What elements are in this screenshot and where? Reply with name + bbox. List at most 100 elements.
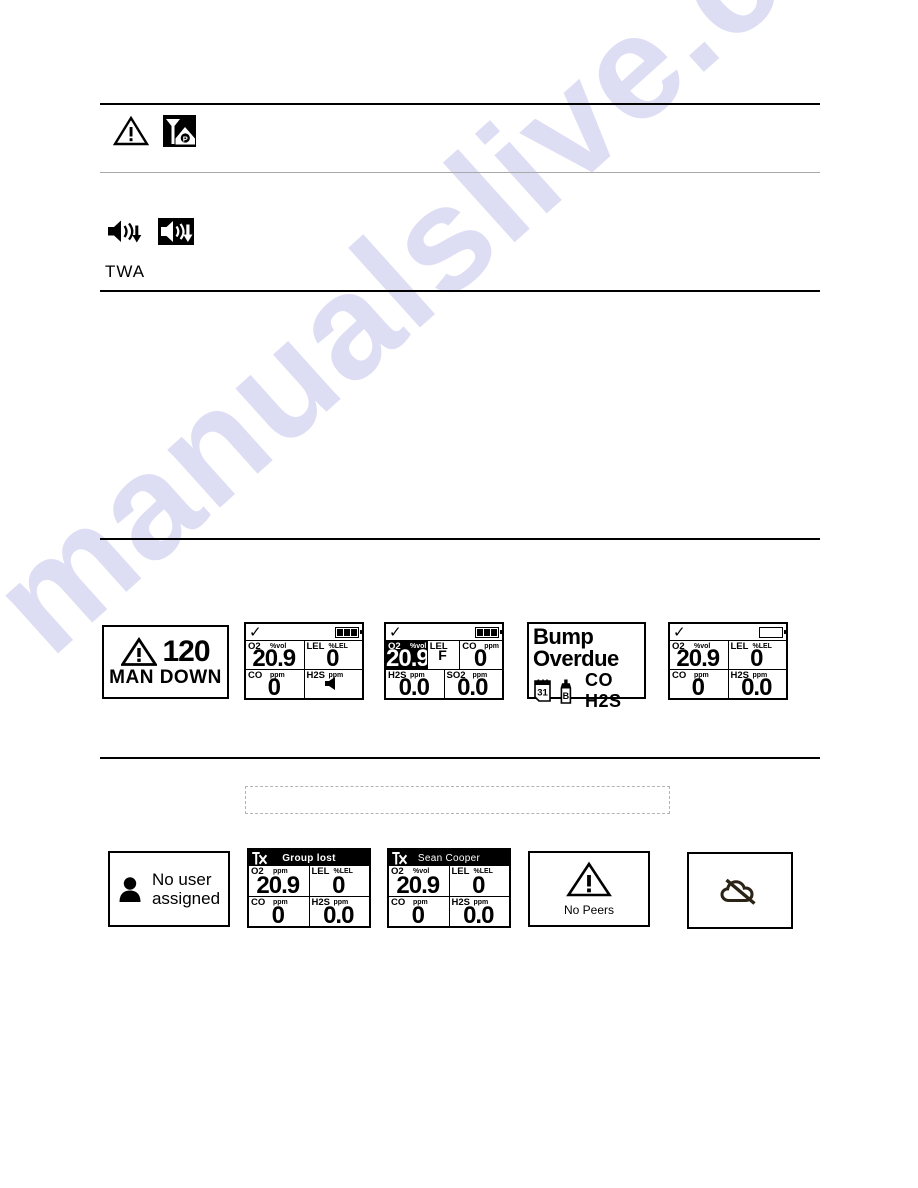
speaker-down-icon (106, 218, 144, 245)
gas-cell-lel: LEL %LEL 0 (305, 641, 363, 669)
gas-reading-screen-5gas-inverted[interactable]: ✓ O2 %vol 20.9 LEL F CO ppm 0 H2S ppm 0.… (384, 622, 504, 700)
man-down-top-row: 120 (120, 637, 211, 667)
bump-overdue-title: Bump Overdue (533, 624, 619, 671)
gas-value: 0 (326, 645, 339, 670)
no-user-assigned-screen[interactable]: No user assigned (108, 851, 230, 927)
lcd-reading-row: O2 %vol 20.9 LEL %LEL 0 (389, 866, 509, 897)
gas-cell-h2s: H2S ppm 0.0 (729, 670, 787, 698)
gas-cell-lel: LEL F (428, 641, 461, 669)
gas-reading-screen-4gas[interactable]: ✓ O2 %vol 20.9 LEL %LEL 0 CO ppm 0 H2S p… (244, 622, 364, 700)
gas-cylinder-b-icon: B (559, 679, 573, 704)
gas-value: 20.9 (252, 645, 296, 670)
gas-cell-o2: O2 %vol 20.9 (386, 641, 428, 669)
lcd-readings: O2 %vol 20.9 LEL %LEL 0 CO ppm 0 H2S (670, 641, 786, 698)
checkmark-icon: ✓ (673, 622, 686, 641)
gas-cell-h2s: H2S ppm 0.0 (310, 897, 370, 927)
no-peers-title: No Peers (563, 903, 615, 917)
gas-value: 0 (750, 645, 763, 670)
divider-twa-bottom (100, 290, 820, 292)
twa-label: TWA (105, 262, 146, 281)
panic-alarm-icon: P (163, 115, 196, 147)
user-icon (118, 875, 142, 903)
gas-cell-co: CO ppm 0 (389, 896, 450, 927)
divider-middle (100, 172, 820, 173)
gas-value: 0.0 (741, 674, 772, 699)
group-lost-screen[interactable]: Group lost O2 ppm 20.9 LEL %LEL 0 CO ppm (247, 848, 371, 928)
man-down-screen[interactable]: 120 MAN DOWN (102, 625, 229, 699)
gas-cell-o2: O2 %vol 20.9 (670, 641, 729, 669)
peer-name-screen[interactable]: Sean Cooper O2 %vol 20.9 LEL %LEL 0 CO p… (387, 848, 511, 928)
speaker-icon (305, 676, 361, 696)
battery-full-icon (475, 626, 502, 638)
checkmark-icon: ✓ (389, 622, 402, 641)
gas-cell-o2: O2 %vol 20.9 (246, 641, 305, 669)
no-peers-screen[interactable]: No Peers (528, 851, 650, 927)
gas-value: 0 (332, 871, 345, 896)
no-cloud-connection-screen[interactable] (687, 852, 793, 929)
svg-text:P: P (183, 134, 188, 143)
gas-value: 0 (472, 871, 485, 896)
lcd-reading-row: O2 %vol 20.9 LEL %LEL 0 (246, 641, 362, 670)
gas-cell-co: CO ppm 0 (670, 670, 729, 698)
alarm-icon-row: P (112, 115, 196, 147)
gas-reading-screen-low-battery[interactable]: ✓ O2 %vol 20.9 LEL %LEL 0 CO ppm 0 H2S p… (668, 622, 788, 700)
gas-cell-lel: LEL %LEL 0 (729, 641, 787, 669)
gas-cell-so2: SO2 ppm 0.0 (445, 670, 503, 698)
gas-value: 20.9 (256, 871, 300, 896)
man-down-title: MAN DOWN (109, 667, 222, 688)
gas-cell-lel: LEL %LEL 0 (310, 866, 370, 896)
bump-overdue-icon-row: 31 B CO H2S (533, 670, 640, 712)
gas-value: 0 (271, 902, 285, 927)
no-user-text: No user assigned (152, 870, 220, 908)
gas-cell-co: CO ppm 0 (460, 641, 502, 669)
lcd-status-bar: ✓ (670, 624, 786, 641)
checkmark-icon: ✓ (249, 622, 262, 641)
gas-cell-o2: O2 %vol 20.9 (389, 866, 450, 896)
lcd-readings: O2 %vol 20.9 LEL %LEL 0 CO ppm 0 H2S (246, 641, 362, 698)
svg-text:B: B (563, 691, 570, 701)
page-watermark: manualslive.com (0, 0, 918, 1188)
lcd-reading-row: CO ppm 0 H2S ppm 0.0 (670, 670, 786, 698)
gas-value: F (438, 647, 447, 663)
audio-icon-row (106, 218, 194, 245)
lcd-reading-row: CO ppm 0 H2S ppm 0.0 (249, 896, 370, 927)
lcd-reading-row: CO ppm 0 H2S ppm (246, 670, 362, 698)
divider-top (100, 103, 820, 105)
gas-value: 0 (473, 645, 487, 670)
cloud-slash-icon (719, 875, 761, 907)
svg-text:31: 31 (537, 688, 548, 699)
gas-value: 0.0 (457, 674, 488, 699)
no-peers-content: No Peers (530, 853, 648, 925)
gas-cell-h2s: H2S ppm 0.0 (450, 897, 510, 927)
man-down-content: 120 MAN DOWN (104, 627, 227, 697)
lcd-status-bar: ✓ (246, 624, 362, 641)
gas-cell-co: CO ppm 0 (249, 896, 310, 927)
warning-triangle-icon (112, 115, 150, 147)
bump-overdue-content: Bump Overdue 31 B CO H2S (529, 624, 644, 712)
battery-empty-icon (759, 626, 786, 638)
gas-value: 0.0 (323, 902, 354, 927)
lcd-reading-row: CO ppm 0 H2S ppm 0.0 (389, 896, 510, 927)
gas-value: 20.9 (396, 871, 440, 896)
gas-cell-h2s: H2S ppm (305, 670, 363, 698)
no-user-content: No user assigned (110, 853, 228, 925)
gas-value: 20.9 (676, 645, 720, 670)
gas-cell-o2: O2 ppm 20.9 (249, 866, 310, 896)
no-user-line2: assigned (151, 889, 221, 908)
gas-value: 20.9 (386, 645, 428, 670)
divider-row1-top (100, 538, 820, 540)
gas-value: 0 (691, 674, 705, 699)
gas-cell-h2s: H2S ppm 0.0 (386, 670, 445, 698)
divider-row2-top (100, 757, 820, 759)
lcd-readings: O2 ppm 20.9 LEL %LEL 0 CO ppm 0 H2S ppm … (249, 866, 369, 926)
gas-value: 0 (411, 902, 425, 927)
calendar-31-icon: 31 (533, 679, 553, 703)
gas-value: 0.0 (398, 674, 430, 699)
battery-full-icon (335, 626, 362, 638)
lcd-tx-status-bar: Sean Cooper (389, 850, 509, 866)
gas-value: 0 (267, 674, 281, 699)
bump-overdue-screen[interactable]: Bump Overdue 31 B CO H2S (527, 622, 646, 712)
lcd-reading-row: O2 %vol 20.9 LEL F CO ppm 0 (386, 641, 502, 670)
lcd-reading-row: H2S ppm 0.0 SO2 ppm 0.0 (386, 670, 502, 698)
warning-triangle-icon (566, 861, 612, 899)
